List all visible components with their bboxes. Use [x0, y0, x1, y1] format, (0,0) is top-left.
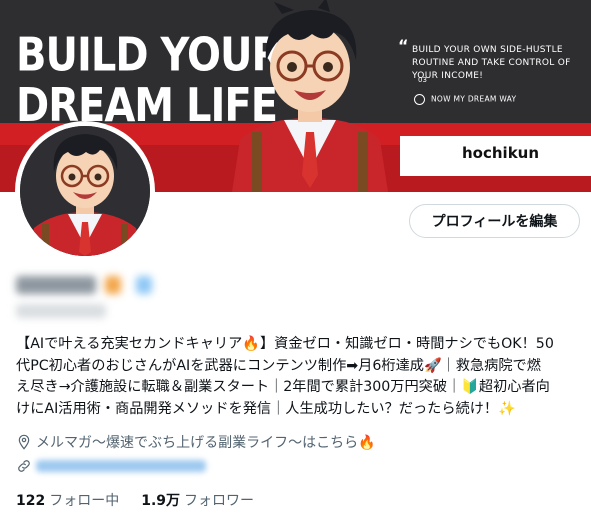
website-row[interactable] [16, 458, 206, 474]
circle-icon [414, 94, 425, 105]
following-count: 122 [16, 493, 46, 509]
display-name-redacted [16, 274, 156, 300]
followers-count: 1.9万 [141, 493, 181, 509]
banner-dots: 03 [418, 76, 427, 84]
followers-label: フォロワー [184, 493, 255, 509]
location-icon [18, 434, 30, 450]
edit-profile-button[interactable]: プロフィールを編集 [409, 204, 580, 238]
following-label: フォロー中 [49, 493, 120, 509]
avatar-image [20, 126, 150, 256]
following-link[interactable]: 122 フォロー中 [16, 490, 119, 510]
profile-bio: 【AIで叶える充実セカンドキャリア🔥】資金ゼロ・知識ゼロ・時間ナシでもOK！50… [16, 334, 578, 420]
username-redacted [16, 304, 106, 318]
banner-character-illustration [232, 0, 388, 192]
bio-line: 代PC初心者のおじさんがAIを武器にコンテンツ制作➡月6桁達成🚀｜救急病院で燃 [16, 357, 541, 374]
bio-line: 【AIで叶える充実セカンドキャリア🔥】資金ゼロ・知識ゼロ・時間ナシでもOK！50 [16, 336, 554, 352]
banner-handle: hochikun [462, 144, 540, 162]
location-row: メルマガ～爆速でぶち上げる副業ライフ～はこちら🔥 [16, 432, 376, 452]
follow-counts: 122 フォロー中 1.9万 フォロワー [16, 490, 276, 510]
bio-line: けにAI活用術・商品開発メソッドを発信｜人生成功したい？だったら続け！✨ [16, 400, 516, 417]
followers-link[interactable]: 1.9万 フォロワー [141, 490, 254, 510]
profile-avatar[interactable] [15, 121, 155, 261]
verified-badge-icon [136, 275, 153, 294]
bio-line: え尽き→介護施設に転職＆副業スタート｜2年間で累計300万円突破｜🔰超初心者向 [16, 379, 550, 395]
banner-tagline: BUILD YOUR OWN SIDE-HUSTLE ROUTINE AND T… [412, 45, 571, 81]
banner-now-way: NOW MY DREAM WAY [414, 94, 516, 105]
banner-quote-mark: “ [398, 36, 409, 55]
banner-now-way-text: NOW MY DREAM WAY [431, 94, 517, 104]
avatar-character-illustration [20, 126, 150, 256]
website-link-redacted[interactable] [36, 460, 206, 472]
location-text: メルマガ～爆速でぶち上げる副業ライフ～はこちら🔥 [36, 435, 376, 451]
link-icon [18, 460, 30, 472]
